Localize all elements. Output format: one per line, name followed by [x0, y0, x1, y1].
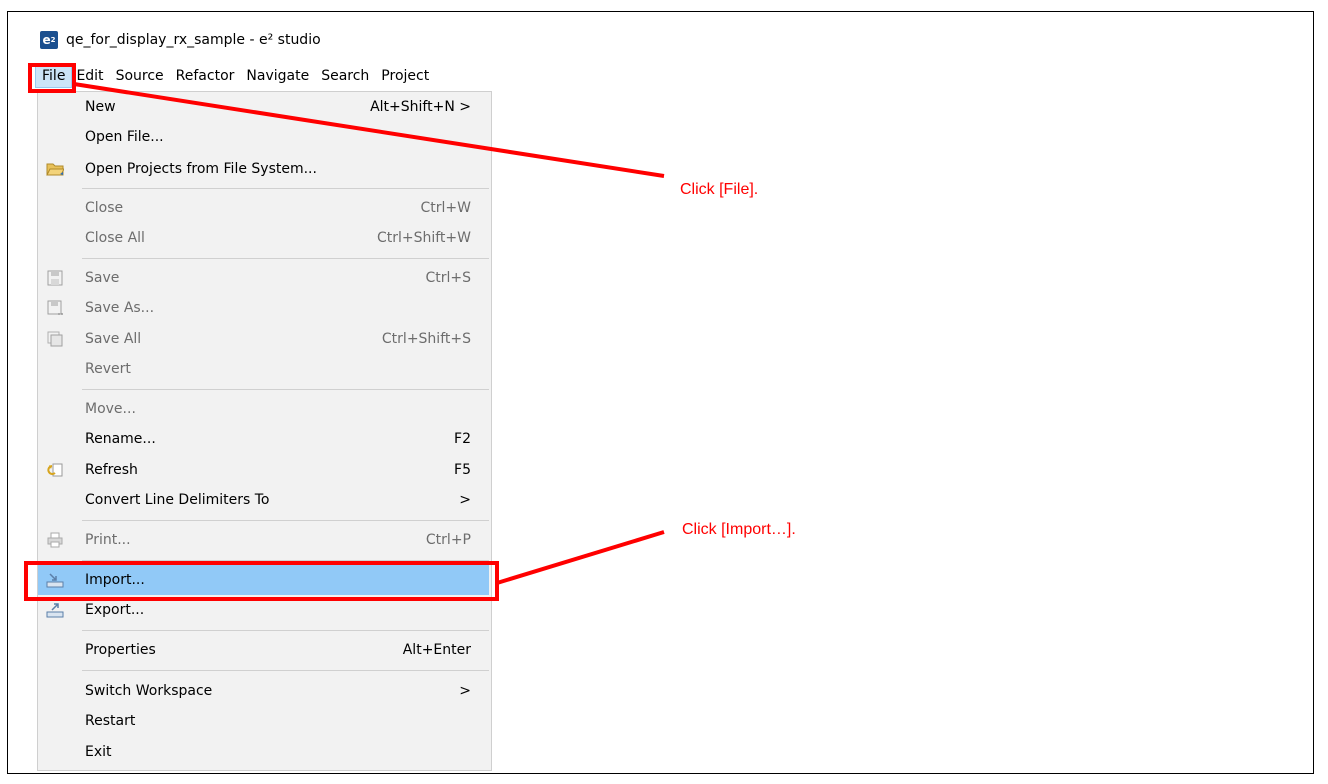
import-pointer-line	[496, 530, 665, 585]
annotation-click-import: Click [Import…].	[682, 521, 796, 538]
file-pointer-line	[73, 82, 665, 178]
annotation-lines	[73, 82, 665, 585]
import-highlight-box	[24, 561, 499, 601]
annotation-click-file: Click [File].	[680, 181, 759, 198]
file-highlight-box	[28, 63, 76, 93]
